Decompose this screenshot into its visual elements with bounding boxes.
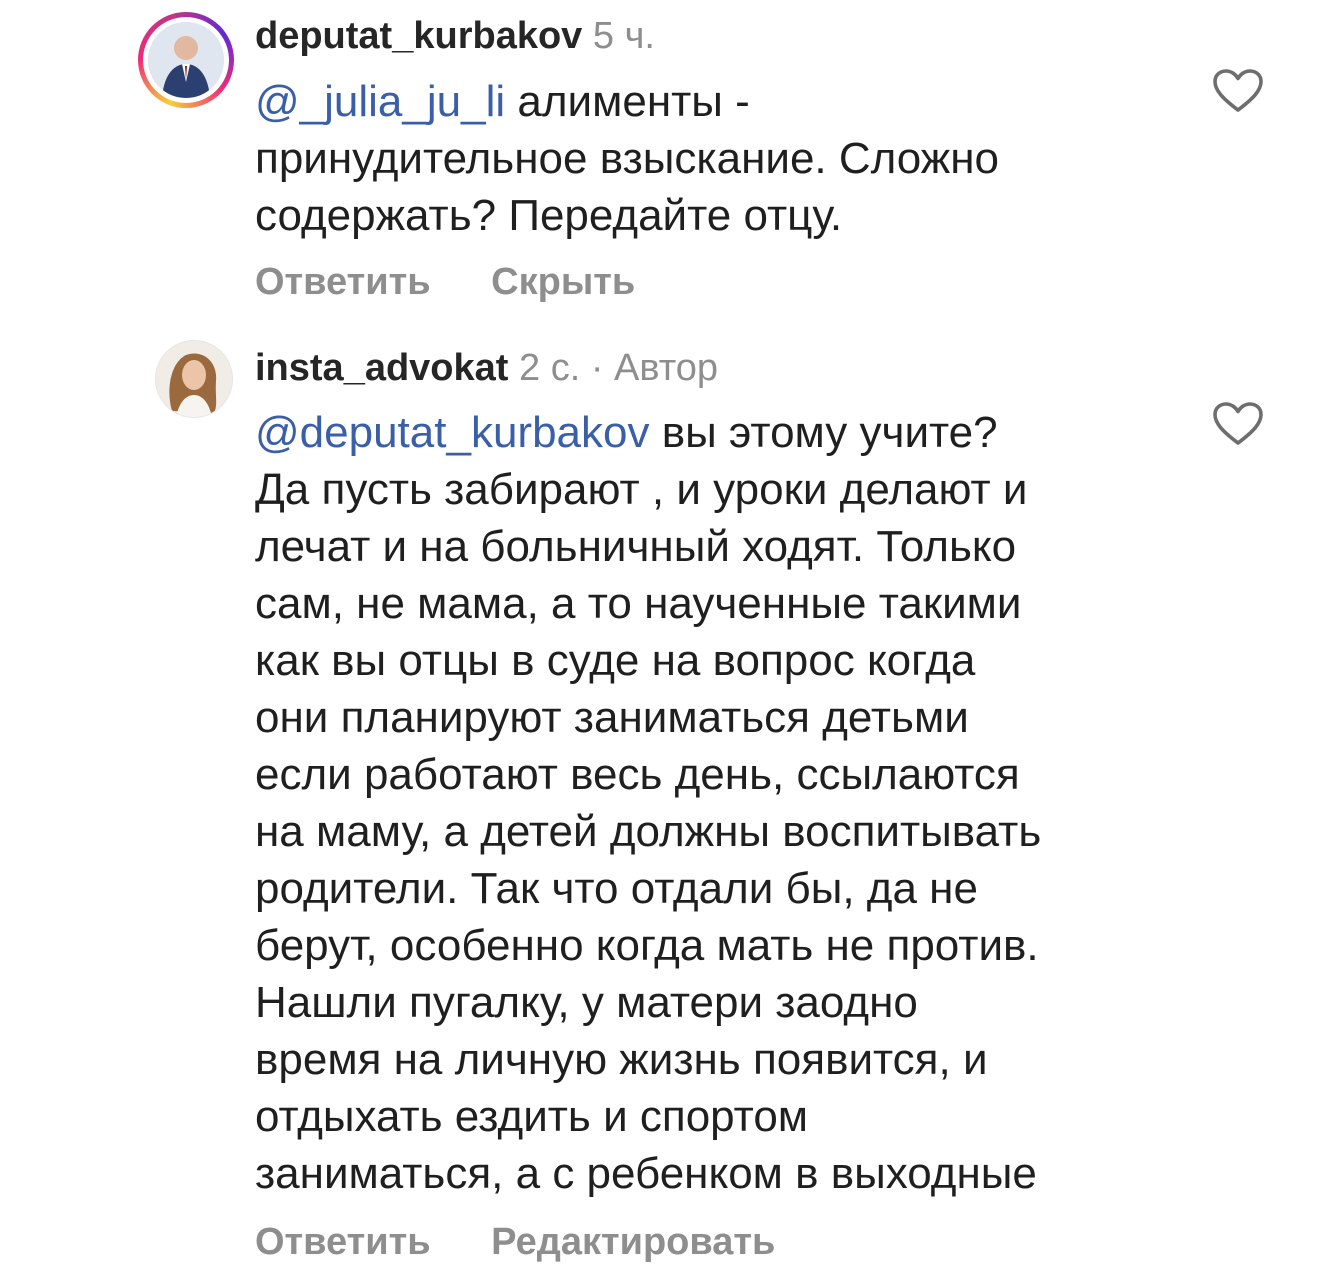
- heart-outline-icon[interactable]: [1212, 68, 1264, 114]
- comment-text-line: берут, особенно когда мать не против.: [255, 921, 1039, 970]
- avatar[interactable]: [155, 340, 233, 418]
- reply-button[interactable]: Ответить: [255, 1221, 431, 1263]
- reply-button[interactable]: Ответить: [255, 261, 431, 303]
- edit-button[interactable]: Редактировать: [491, 1221, 775, 1263]
- comment-text: @deputat_kurbakov вы этому учите? Да пус…: [255, 404, 1165, 1202]
- comment-text-line: они планируют заниматься детьми: [255, 693, 969, 742]
- comment-actions: Ответить Скрыть: [255, 259, 685, 305]
- comment-actions: Ответить Редактировать: [255, 1219, 825, 1265]
- comment-text-line: принудительное взыскание. Сложно: [255, 134, 999, 183]
- mention-link[interactable]: @_julia_ju_li: [255, 77, 505, 126]
- comment-text-line: отдыхать ездить и спортом: [255, 1092, 809, 1141]
- comment-text-line: Нашли пугалку, у матери заодно: [255, 978, 918, 1027]
- comment-text-line: Да пусть забирают , и уроки делают и: [255, 465, 1028, 514]
- mention-link[interactable]: @deputat_kurbakov: [255, 408, 649, 457]
- timestamp: 5 ч.: [592, 15, 655, 57]
- avatar[interactable]: [138, 12, 234, 108]
- comment-header: insta_advokat 2 с. · Автор: [255, 345, 718, 391]
- comment-text-line: время на личную жизнь появится, и: [255, 1035, 988, 1084]
- comment-text-line: как вы отцы в суде на вопрос когда: [255, 636, 976, 685]
- comment-header: deputat_kurbakov 5 ч.: [255, 13, 655, 59]
- comment-text-line: алименты -: [505, 77, 750, 126]
- author-badge: · Автор: [590, 347, 718, 389]
- comment-text: @_julia_ju_li алименты - принудительное …: [255, 73, 1165, 244]
- comment-text-line: сам, не мама, а то наученные такими: [255, 579, 1022, 628]
- username[interactable]: deputat_kurbakov: [255, 15, 582, 57]
- user-avatar-icon: [148, 22, 224, 98]
- comment-text-line: на маму, а детей должны воспитывать: [255, 807, 1042, 856]
- heart-outline-icon[interactable]: [1212, 401, 1264, 447]
- comment-text-line: родители. Так что отдали бы, да не: [255, 864, 978, 913]
- username[interactable]: insta_advokat: [255, 347, 508, 389]
- timestamp: 2 с.: [519, 347, 581, 389]
- comment-text-line: вы этому учите?: [649, 408, 998, 457]
- comment-text-line: заниматься, а с ребенком в выходные: [255, 1149, 1037, 1198]
- hide-button[interactable]: Скрыть: [491, 261, 635, 303]
- comment-text-line: лечат и на больничный ходят. Только: [255, 522, 1017, 571]
- comment-text-line: если работают весь день, ссылаются: [255, 750, 1020, 799]
- comment-text-line: содержать? Передайте отцу.: [255, 191, 843, 240]
- user-avatar-icon: [156, 341, 232, 417]
